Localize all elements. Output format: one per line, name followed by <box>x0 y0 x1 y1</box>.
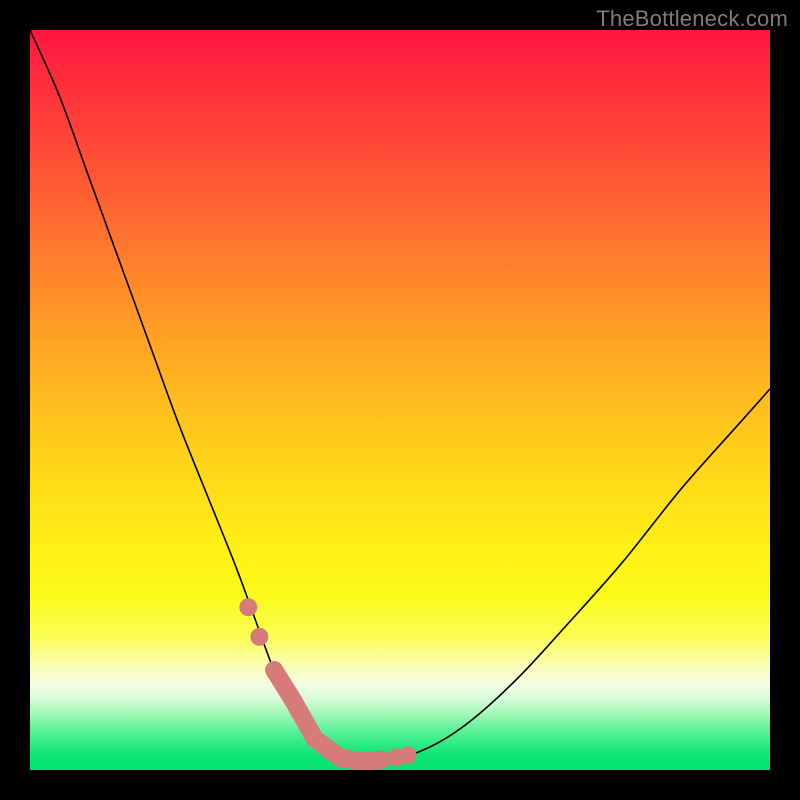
watermark-text: TheBottleneck.com <box>596 6 788 32</box>
marker-dot <box>398 746 416 764</box>
marker-group <box>239 598 416 770</box>
bottleneck-curve <box>30 30 770 761</box>
marker-dot <box>265 661 283 679</box>
marker-dot <box>354 752 372 770</box>
chart-canvas: TheBottleneck.com <box>0 0 800 800</box>
curve-svg <box>30 30 770 770</box>
marker-dot <box>239 598 257 616</box>
marker-dot <box>306 730 324 748</box>
marker-chain <box>274 670 381 761</box>
marker-dot <box>284 691 302 709</box>
plot-gradient-area <box>30 30 770 770</box>
marker-dot <box>332 749 350 767</box>
marker-dot <box>250 628 268 646</box>
